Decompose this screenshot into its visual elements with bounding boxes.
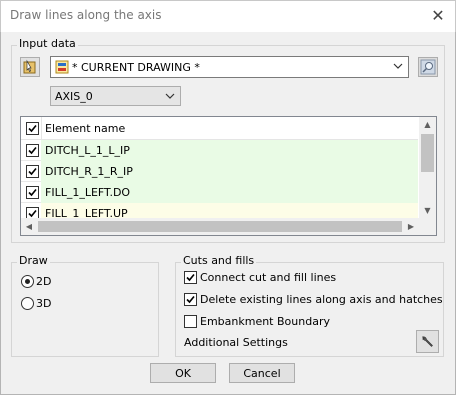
pick-drawing-icon: [23, 59, 36, 74]
list-item[interactable]: DITCH_L_1_L_IP: [21, 140, 418, 161]
checkbox-box[interactable]: [184, 292, 197, 306]
radio-3d-circle[interactable]: [21, 296, 34, 310]
chevron-down-icon: [165, 93, 175, 99]
checkbox-box[interactable]: [184, 314, 197, 328]
pick-drawing-button[interactable]: [20, 57, 40, 77]
checkmark-icon: [28, 146, 37, 155]
scroll-up-icon[interactable]: ▲: [419, 117, 436, 132]
checkmark-icon: [186, 295, 195, 303]
chevron-down-icon: [393, 63, 403, 69]
window-title: Draw lines along the axis: [10, 8, 162, 22]
cancel-button[interactable]: Cancel: [229, 363, 295, 383]
cuts-fills-legend: Cuts and fills: [181, 254, 257, 267]
connect-cut-fill-checkbox[interactable]: Connect cut and fill lines: [184, 270, 336, 284]
scroll-left-icon[interactable]: ◀: [21, 218, 37, 235]
checkmark-icon: [28, 188, 37, 197]
element-list[interactable]: Element name DITCH_L_1_L_IP DITCH_R_1_R_…: [20, 116, 437, 236]
radio-2d[interactable]: 2D: [21, 274, 51, 288]
checkbox-label: Connect cut and fill lines: [200, 270, 337, 284]
magnifier-icon: [420, 59, 436, 75]
radio-dot: [25, 278, 30, 284]
ok-button[interactable]: OK: [150, 363, 216, 383]
drawing-select-value: * CURRENT DRAWING *: [72, 61, 200, 74]
drawing-file-icon: [55, 60, 69, 74]
embankment-boundary-checkbox[interactable]: Embankment Boundary: [184, 314, 330, 328]
preview-button[interactable]: [418, 57, 438, 77]
additional-settings-label: Additional Settings: [184, 336, 288, 349]
drawing-select[interactable]: * CURRENT DRAWING *: [50, 56, 409, 78]
draw-legend: Draw: [17, 254, 50, 267]
scroll-right-icon[interactable]: ▶: [403, 218, 419, 235]
row-checkbox[interactable]: [26, 165, 39, 178]
radio-3d[interactable]: 3D: [21, 296, 51, 310]
list-item[interactable]: FILL_1_LEFT.DO: [21, 182, 418, 203]
radio-2d-label: 2D: [36, 274, 52, 288]
scroll-down-icon[interactable]: ▼: [419, 203, 436, 218]
additional-settings-button[interactable]: [416, 330, 439, 353]
radio-2d-circle[interactable]: [21, 274, 34, 288]
axis-select[interactable]: AXIS_0: [50, 86, 181, 106]
close-icon[interactable]: ✕: [426, 4, 450, 26]
scroll-thumb[interactable]: [421, 134, 434, 172]
row-name: FILL_1_LEFT.DO: [45, 186, 131, 199]
select-all-checkbox[interactable]: [26, 122, 39, 135]
checkmark-icon: [28, 124, 37, 133]
horizontal-scrollbar[interactable]: ◀ ▶: [21, 218, 436, 235]
radio-3d-label: 3D: [36, 296, 52, 310]
header-divider: [41, 117, 42, 140]
checkbox-label: Delete existing lines along axis and hat…: [200, 292, 443, 306]
input-data-legend: Input data: [17, 37, 78, 50]
wrench-icon: [421, 336, 433, 347]
h-scroll-thumb[interactable]: [38, 221, 402, 232]
checkbox-label: Embankment Boundary: [200, 314, 330, 328]
vertical-scrollbar[interactable]: ▲ ▼: [419, 117, 436, 218]
column-header-element-name: Element name: [45, 122, 126, 135]
checkmark-icon: [28, 167, 37, 176]
axis-select-value: AXIS_0: [55, 90, 93, 103]
list-header: Element name: [21, 117, 418, 140]
list-item[interactable]: DITCH_R_1_R_IP: [21, 161, 418, 182]
delete-existing-lines-checkbox[interactable]: Delete existing lines along axis and hat…: [184, 292, 443, 306]
row-checkbox[interactable]: [26, 186, 39, 199]
row-name: DITCH_L_1_L_IP: [45, 144, 130, 157]
checkmark-icon: [186, 273, 195, 281]
checkbox-box[interactable]: [184, 270, 197, 284]
row-checkbox[interactable]: [26, 144, 39, 157]
row-name: DITCH_R_1_R_IP: [45, 165, 133, 178]
